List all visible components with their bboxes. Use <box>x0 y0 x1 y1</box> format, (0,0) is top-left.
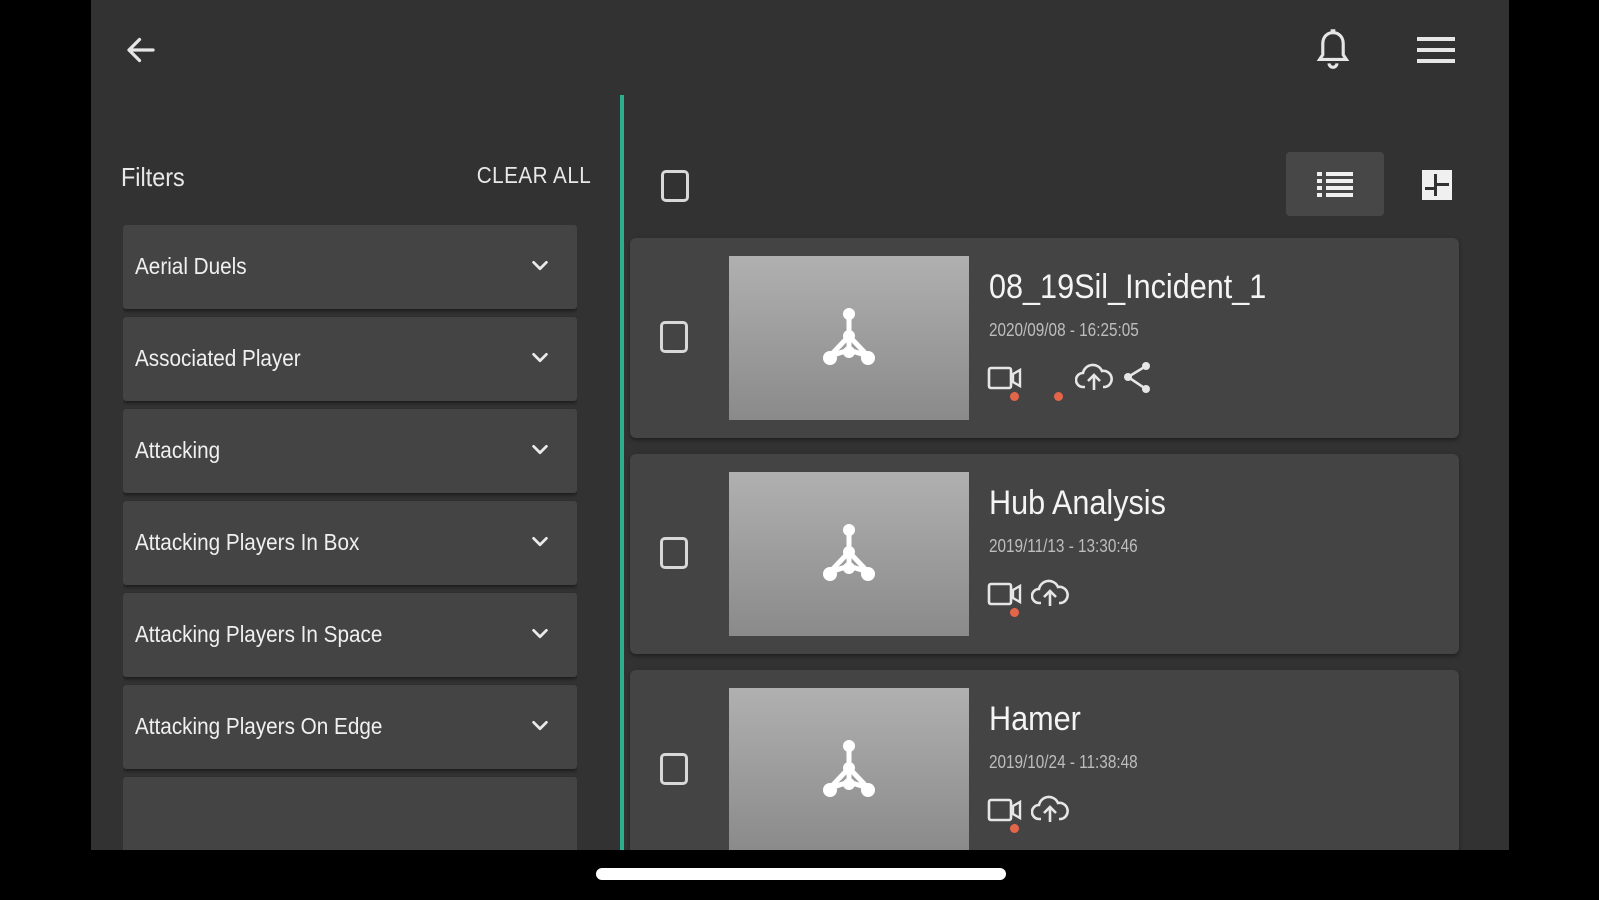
content-panel: 08_19Sil_Incident_1 2020/09/08 - 16:25:0… <box>628 100 1509 850</box>
item-actions <box>987 792 1287 836</box>
home-indicator <box>596 868 1006 880</box>
top-bar <box>91 0 1509 100</box>
filter-attacking[interactable]: Attacking <box>123 409 577 493</box>
video-button[interactable] <box>987 576 1027 617</box>
filter-partially-visible[interactable] <box>123 777 577 850</box>
select-all-checkbox[interactable] <box>661 170 689 202</box>
panel-divider[interactable] <box>620 95 624 850</box>
network-logo-icon <box>823 524 875 581</box>
chevron-down-icon <box>532 444 548 455</box>
status-dot <box>1010 608 1019 617</box>
status-dot <box>1010 824 1019 833</box>
clear-all-button[interactable]: CLEAR ALL <box>476 162 591 189</box>
item-checkbox[interactable] <box>660 537 688 569</box>
list-view-icon <box>1317 172 1353 197</box>
item-list: 08_19Sil_Incident_1 2020/09/08 - 16:25:0… <box>630 238 1459 850</box>
cloud-upload-button[interactable] <box>1030 792 1071 832</box>
list-view-button[interactable] <box>1286 152 1384 216</box>
item-checkbox[interactable] <box>660 321 688 353</box>
filter-label: Associated Player <box>135 345 301 371</box>
filters-sidebar: Filters CLEAR ALL Aerial Duels Associate… <box>91 100 621 850</box>
share-button[interactable] <box>1121 360 1161 400</box>
video-icon <box>987 582 1022 606</box>
filter-attacking-players-in-space[interactable]: Attacking Players In Space <box>123 593 577 677</box>
filter-attacking-players-on-edge[interactable]: Attacking Players On Edge <box>123 685 577 769</box>
filters-title: Filters <box>121 162 185 192</box>
item-date: 2020/09/08 - 16:25:05 <box>989 320 1139 340</box>
item-date: 2019/11/13 - 13:30:46 <box>989 536 1138 556</box>
filter-label: Attacking Players In Space <box>135 621 383 647</box>
hamburger-menu-icon <box>1417 37 1455 63</box>
status-dot <box>1054 392 1063 401</box>
item-actions <box>987 360 1287 404</box>
item-date: 2019/10/24 - 11:38:48 <box>989 752 1138 772</box>
cloud-upload-icon <box>1030 579 1069 606</box>
video-button[interactable] <box>987 792 1027 833</box>
list-item[interactable]: Hamer 2019/10/24 - 11:38:48 <box>630 670 1459 850</box>
video-button[interactable] <box>987 360 1027 401</box>
item-title: Hamer <box>989 700 1081 738</box>
item-title: Hub Analysis <box>989 484 1166 522</box>
notifications-button[interactable] <box>1309 26 1357 74</box>
filters-header: Filters CLEAR ALL <box>121 162 591 192</box>
item-title: 08_19Sil_Incident_1 <box>989 268 1267 306</box>
filter-associated-player[interactable]: Associated Player <box>123 317 577 401</box>
chevron-down-icon <box>532 260 548 271</box>
status-dot <box>1010 392 1019 401</box>
arrow-left-icon <box>127 37 155 63</box>
filter-label: Attacking Players On Edge <box>135 713 383 739</box>
share-icon <box>1124 362 1150 393</box>
video-icon <box>987 366 1022 390</box>
filter-aerial-duels[interactable]: Aerial Duels <box>123 225 577 309</box>
filter-label: Aerial Duels <box>135 253 247 279</box>
menu-button[interactable] <box>1411 26 1461 74</box>
chevron-down-icon <box>532 720 548 731</box>
chevron-down-icon <box>532 628 548 639</box>
item-checkbox[interactable] <box>660 753 688 785</box>
grid-view-icon[interactable] <box>1420 168 1454 202</box>
cloud-upload-button[interactable] <box>1074 360 1115 400</box>
list-item[interactable]: 08_19Sil_Incident_1 2020/09/08 - 16:25:0… <box>630 238 1459 438</box>
chevron-down-icon <box>532 352 548 363</box>
cloud-upload-icon <box>1030 795 1069 822</box>
bell-icon <box>1316 29 1350 69</box>
item-thumbnail[interactable] <box>729 472 969 636</box>
filter-attacking-players-in-box[interactable]: Attacking Players In Box <box>123 501 577 585</box>
item-thumbnail[interactable] <box>729 256 969 420</box>
cloud-upload-button[interactable] <box>1030 576 1071 616</box>
filter-list[interactable]: Aerial Duels Associated Player Attacking… <box>123 225 577 850</box>
network-logo-icon <box>823 740 875 797</box>
app-window: Filters CLEAR ALL Aerial Duels Associate… <box>91 0 1509 850</box>
filter-label: Attacking <box>135 437 221 463</box>
video-icon <box>987 798 1022 822</box>
filter-label: Attacking Players In Box <box>135 529 360 555</box>
network-logo-icon <box>823 308 875 365</box>
list-item[interactable]: Hub Analysis 2019/11/13 - 13:30:46 <box>630 454 1459 654</box>
item-thumbnail[interactable] <box>729 688 969 850</box>
cloud-upload-icon <box>1074 363 1113 390</box>
item-actions <box>987 576 1287 620</box>
back-button[interactable] <box>119 28 163 72</box>
chevron-down-icon <box>532 536 548 547</box>
